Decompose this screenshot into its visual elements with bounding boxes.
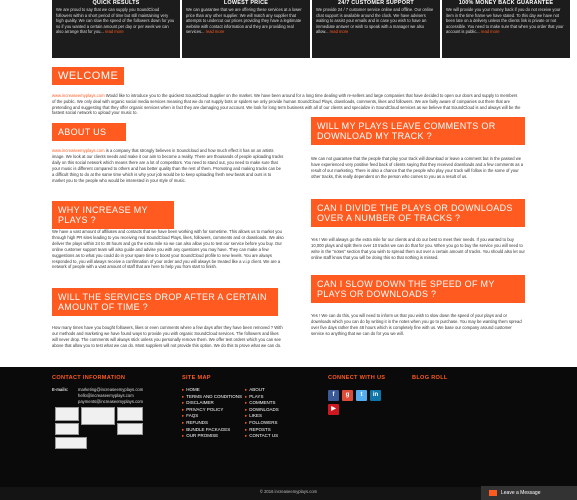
- feature-title: QUICK RESULTS: [92, 0, 140, 6]
- read-more-link[interactable]: read more: [330, 29, 349, 34]
- feature-quick-results: QUICK RESULTS We are proud to say that w…: [52, 0, 180, 58]
- feature-title: 100% MONEY BACK GUARANTEE: [458, 0, 554, 6]
- trust-badges: [55, 407, 147, 457]
- linkedin-icon[interactable]: in: [370, 390, 381, 401]
- read-more-link[interactable]: read more: [206, 29, 225, 34]
- slow-down-text: Yes ! We can do this, you will need to i…: [311, 313, 522, 336]
- sitemap-link[interactable]: HOME: [182, 387, 242, 394]
- verified-secured-badge: [55, 437, 87, 449]
- divide-plays-text: Yes ! We will always go the extra mile f…: [311, 237, 525, 260]
- leave-comments-text: We can not guarantee that the people tha…: [311, 156, 524, 179]
- footer: CONTACT INFORMATION E-mails: marketing@i…: [0, 367, 577, 487]
- sitemap-link[interactable]: REFUNDS: [182, 420, 242, 427]
- chat-icon: [489, 489, 497, 496]
- leave-message-button[interactable]: Leave a Message: [481, 486, 577, 500]
- sitemap-link[interactable]: LIKES: [245, 413, 279, 420]
- sitemap-link[interactable]: PLAYS: [245, 394, 279, 401]
- sitemap-link[interactable]: PRIVACY POLICY: [182, 407, 242, 414]
- sitemap-link[interactable]: DISCLAIMER: [182, 400, 242, 407]
- why-increase-text: We have a vast amount of affiliates and …: [52, 229, 284, 270]
- sitemap-link[interactable]: COMMENTS: [245, 400, 279, 407]
- features-strip: QUICK RESULTS We are proud to say that w…: [0, 0, 577, 60]
- email-link[interactable]: payments@increaseemyplays.com: [78, 399, 143, 405]
- sitemap-link[interactable]: CONTACT US: [245, 433, 279, 440]
- secure-badge: [55, 423, 79, 435]
- feature-title: LOWEST PRICE: [223, 0, 269, 6]
- youtube-icon[interactable]: ▶: [328, 404, 339, 415]
- google-plus-icon[interactable]: g: [342, 390, 353, 401]
- read-more-link[interactable]: read more: [481, 29, 500, 34]
- read-more-link[interactable]: read more: [105, 29, 124, 34]
- sitemap-link[interactable]: REPOSTS: [245, 427, 279, 434]
- blogroll-heading: BLOG ROLL: [412, 375, 448, 381]
- sitemap-link[interactable]: TERMS AND CONDITIONS: [182, 394, 242, 401]
- site-link[interactable]: www.increaseemyplays.com: [52, 93, 105, 98]
- feature-title: 24/7 CUSTOMER SUPPORT: [338, 0, 414, 6]
- digicert-badge: [117, 407, 143, 421]
- facebook-icon[interactable]: f: [328, 390, 339, 401]
- sitemap-link[interactable]: FOLLOWERS: [245, 420, 279, 427]
- sitemap-heading: SITE MAP: [182, 375, 211, 381]
- about-us-heading: ABOUT US: [52, 123, 126, 141]
- sitemap-link[interactable]: FAQS: [182, 413, 242, 420]
- leave-comments-heading: WILL MY PLAYS LEAVE COMMENTS OR DOWNLOAD…: [311, 117, 525, 145]
- leave-message-label: Leave a Message: [501, 490, 541, 496]
- twitter-icon[interactable]: t: [356, 390, 367, 401]
- feature-lowest-price: LOWEST PRICE We can guarantee that we ar…: [182, 0, 310, 58]
- slow-down-heading: CAN I SLOW DOWN THE SPEED OF MY PLAYS OR…: [311, 275, 525, 303]
- feature-money-back: 100% MONEY BACK GUARANTEE We will provid…: [442, 0, 570, 58]
- sitemap-column-1: HOME TERMS AND CONDITIONS DISCLAIMER PRI…: [182, 387, 242, 440]
- site-link[interactable]: www.increaseemyplays.com: [52, 148, 105, 153]
- email-list: marketing@increaseemyplays.com hello@inc…: [78, 387, 143, 405]
- services-drop-text: How many times have you bought followers…: [52, 325, 283, 348]
- sitemap-column-2: ABOUT PLAYS COMMENTS DOWNLOADS LIKES FOL…: [245, 387, 279, 440]
- sitemap-link[interactable]: DOWNLOADS: [245, 407, 279, 414]
- why-increase-heading: WHY INCREASE MY PLAYS ?: [52, 201, 174, 229]
- feature-customer-support: 24/7 CUSTOMER SUPPORT We provide 24 / 7 …: [312, 0, 440, 58]
- sitemap-link[interactable]: OUR PROMISE: [182, 433, 242, 440]
- paypal-badge: [55, 407, 79, 421]
- feature-text: We will provide you your money back if y…: [446, 7, 564, 35]
- welcome-heading: WELCOME: [52, 67, 124, 85]
- divide-plays-heading: CAN I DIVIDE THE PLAYS OR DOWNLOADS OVER…: [311, 199, 525, 227]
- feature-text: We are proud to say that we can supply y…: [56, 7, 175, 35]
- services-drop-heading: WILL THE SERVICES DROP AFTER A CERTAIN A…: [52, 288, 278, 316]
- ssl-badge: [117, 423, 143, 435]
- welcome-text: www.increaseemyplays.com Would like to i…: [52, 93, 521, 116]
- feature-text: We can guarantee that we are offering th…: [186, 7, 302, 35]
- about-us-text: www.increaseemyplays.com is a company th…: [52, 148, 284, 183]
- verisign-badge: [81, 407, 115, 425]
- feature-text: We provide 24 / 7 customer service onlin…: [316, 7, 434, 35]
- sitemap-link[interactable]: ABOUT: [245, 387, 279, 394]
- connect-heading: CONNECT WITH US: [328, 375, 386, 381]
- email-label: E-mails:: [52, 387, 69, 392]
- sitemap-link[interactable]: BUNDLE PACKAGES: [182, 427, 242, 434]
- contact-heading: CONTACT INFORMATION: [52, 375, 126, 381]
